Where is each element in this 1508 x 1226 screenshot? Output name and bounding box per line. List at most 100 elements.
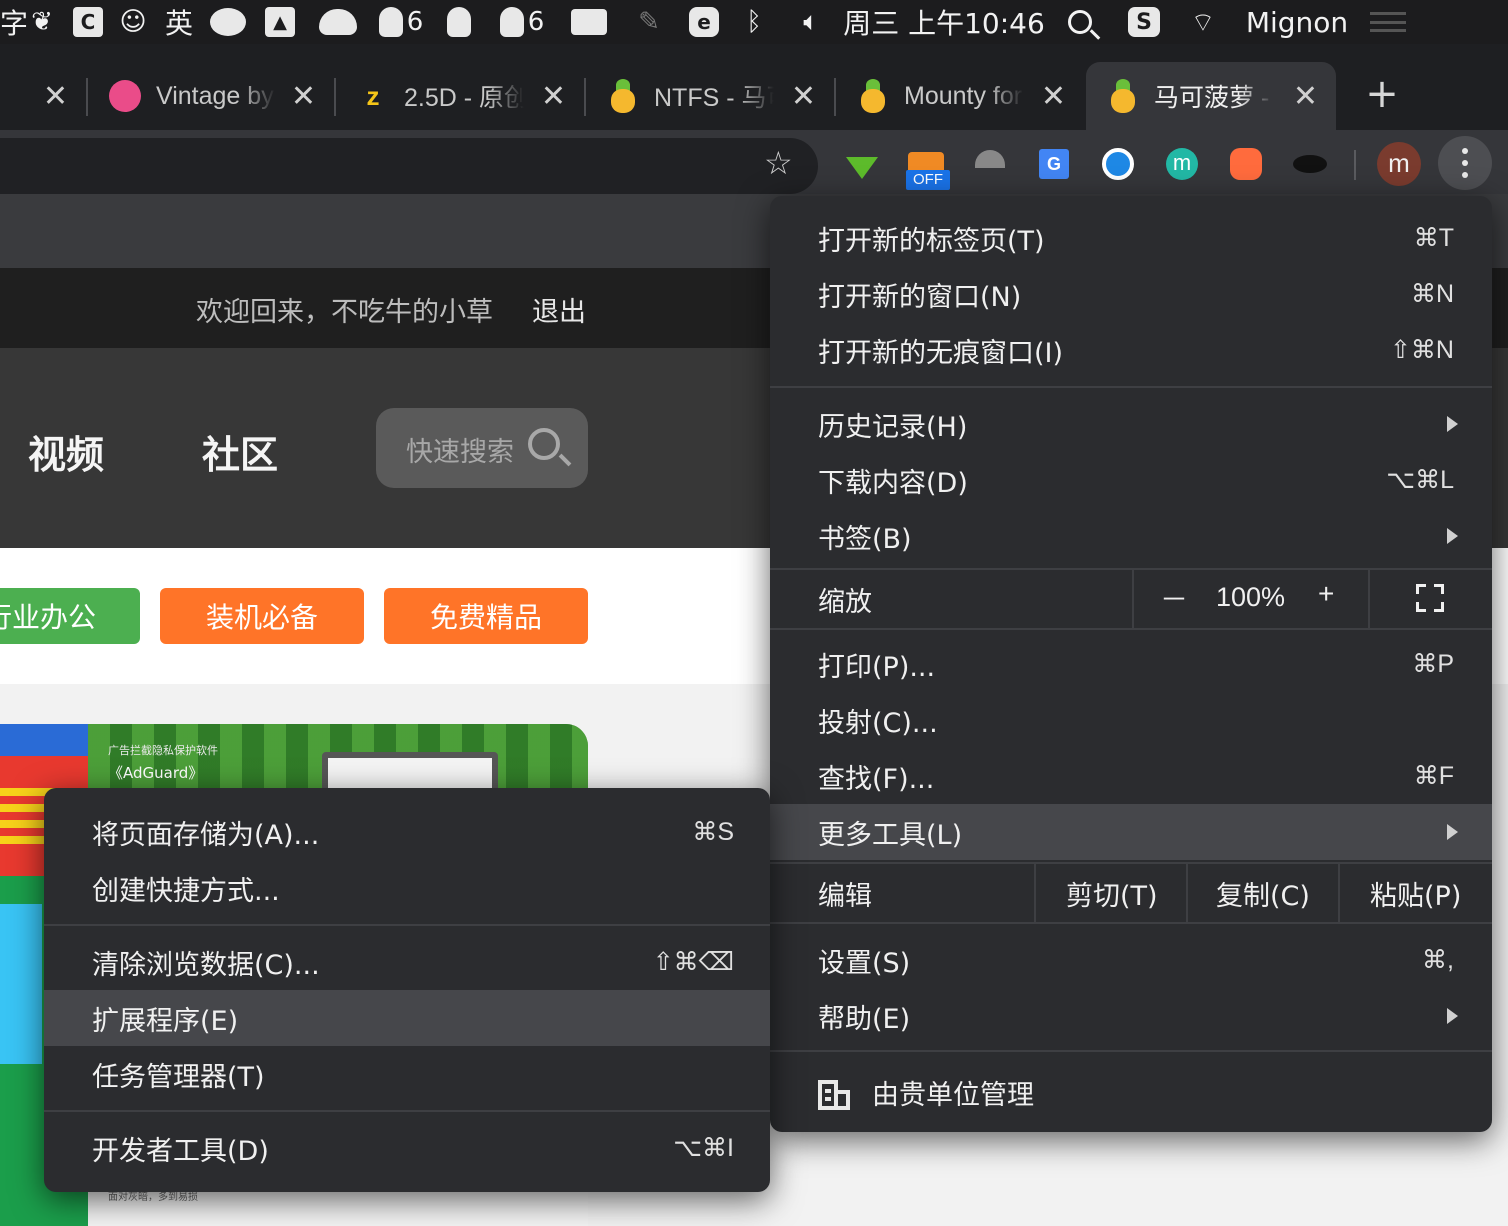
profile-avatar[interactable]: m [1377,142,1421,186]
tab-title: NTFS - 马可 [654,84,774,112]
submenu-create-shortcut[interactable]: 创建快捷方式... [44,860,770,916]
smiley-icon[interactable]: ☺ [110,0,156,44]
m-extension-icon[interactable]: m [1164,146,1200,182]
dribbble-icon [108,79,142,113]
off-extension-icon[interactable]: OFF [906,146,950,190]
qq-icon-1[interactable]: 6 [370,0,432,44]
qq-icon-2[interactable] [432,0,486,44]
close-icon[interactable]: ✕ [1041,79,1066,114]
chevron-right-icon [1447,824,1458,840]
menu-history[interactable]: 历史记录(H) [770,396,1492,452]
cut-button[interactable]: 剪切(T) [1066,874,1158,913]
orange-extension-icon[interactable] [1228,146,1264,182]
submenu-extensions[interactable]: 扩展程序(E) [44,990,770,1046]
qq-icon-3[interactable]: 6 [486,0,558,44]
cloud-icon[interactable] [306,0,370,44]
fullscreen-icon[interactable] [1416,584,1444,612]
submenu-task-manager[interactable]: 任务管理器(T) [44,1046,770,1102]
close-icon[interactable]: ✕ [43,79,68,114]
tag-office[interactable]: 行业办公 [0,588,140,644]
globe-extension-icon[interactable] [1100,146,1136,182]
tab-strip: y ✕ Vintage by ✕ z 2.5D - 原创 ✕ NTFS - 马可… [0,44,1508,130]
clock[interactable]: 周三 上午10:46 [843,0,1045,44]
bookmark-star-icon[interactable]: ☆ [764,144,793,182]
menu-downloads[interactable]: 下载内容(D) ⌥⌘L [770,452,1492,508]
zoom-label: 缩放 [818,587,872,618]
app-c-icon[interactable]: C [66,0,110,44]
tab-macpilot-active[interactable]: 马可菠萝 - ✕ [1086,62,1336,130]
parachute-extension-icon[interactable] [972,146,1008,182]
menu-zoom-row: 缩放 － 100% + [770,568,1492,628]
tag-free-picks[interactable]: 免费精品 [384,588,588,644]
menu-new-tab[interactable]: 打开新的标签页(T) ⌘T [770,210,1492,266]
notification-center-icon[interactable] [1360,0,1416,44]
kebab-dot [1462,160,1468,166]
tab-mounty[interactable]: Mounty for ✕ [836,62,1084,130]
address-bar[interactable] [0,138,818,194]
tab-title: 2.5D - 原创 [404,84,524,112]
display-icon[interactable] [558,0,620,44]
zoom-out-button[interactable]: － [1160,578,1188,618]
spotlight-search-icon[interactable] [1044,0,1116,44]
menu-settings[interactable]: 设置(S) ⌘, [770,932,1492,988]
wifi-icon[interactable]: ⌔ [1172,0,1234,44]
nav-community[interactable]: 社区 [202,424,278,479]
submenu-clear-browsing-data[interactable]: 清除浏览数据(C)... ⇧⌘⌫ [44,934,770,990]
menu-more-tools[interactable]: 更多工具(L) [770,804,1492,860]
chevron-right-icon [1447,528,1458,544]
chrome-main-menu: 打开新的标签页(T) ⌘T 打开新的窗口(N) ⌘N 打开新的无痕窗口(I) ⇧⌘N … [770,196,1492,1132]
menu-new-window[interactable]: 打开新的窗口(N) ⌘N [770,266,1492,322]
nav-video[interactable]: 视频 [28,424,104,479]
quick-search-box[interactable]: 快速搜索 [376,408,588,488]
menu-find[interactable]: 查找(F)... ⌘F [770,748,1492,804]
tab-ntfs[interactable]: NTFS - 马可 ✕ [586,62,834,130]
close-icon[interactable]: ✕ [791,79,816,114]
menu-separator [44,1110,770,1112]
menu-print[interactable]: 打印(P)... ⌘P [770,636,1492,692]
fish-extension-icon[interactable] [1292,146,1328,182]
qq-badge-1: 6 [406,7,424,37]
pen-icon[interactable]: ✎ [620,0,678,44]
menu-managed-by-org[interactable]: 由贵单位管理 [770,1064,1492,1120]
bluetooth-icon[interactable]: ᛒ [730,0,778,44]
ime-indicator[interactable]: 英 [156,0,202,44]
submenu-save-page[interactable]: 将页面存储为(A)... ⌘S [44,804,770,860]
card-subtitle: 广告拦截隐私保护软件 [108,744,218,757]
search-icon[interactable] [528,428,560,460]
menu-separator [770,628,1492,630]
wechat-icon[interactable] [202,0,254,44]
tab-25d[interactable]: z 2.5D - 原创 ✕ [336,62,584,130]
user-name[interactable]: Mignon [1234,0,1360,44]
new-tab-button[interactable]: + [1362,74,1402,114]
menu-help[interactable]: 帮助(E) [770,988,1492,1044]
evernote-icon[interactable]: e [678,0,730,44]
input-method-char[interactable]: 字 [0,0,28,44]
paste-button[interactable]: 粘贴(P) [1370,874,1461,913]
copy-button[interactable]: 复制(C) [1216,874,1310,913]
menu-bookmarks[interactable]: 书签(B) [770,508,1492,564]
pineapple-icon [1106,79,1140,113]
drive-icon[interactable]: ▲ [254,0,306,44]
pineapple-icon [606,79,640,113]
edit-label: 编辑 [818,881,872,912]
menu-cast[interactable]: 投射(C)... [770,692,1492,748]
download-arrow-extension-icon[interactable] [844,146,880,182]
leaf-icon[interactable]: ❦ [18,0,66,44]
submenu-developer-tools[interactable]: 开发者工具(D) ⌥⌘I [44,1120,770,1176]
google-translate-extension-icon[interactable]: G [1036,146,1072,182]
menu-incognito-window[interactable]: 打开新的无痕窗口(I) ⇧⌘N [770,322,1492,378]
tag-essentials[interactable]: 装机必备 [160,588,364,644]
tab-vintage[interactable]: Vintage by ✕ [88,62,334,130]
close-icon[interactable]: ✕ [541,79,566,114]
menu-separator [770,922,1492,924]
close-icon[interactable]: ✕ [291,79,316,114]
sogou-icon[interactable]: S [1116,0,1172,44]
menu-separator [770,1050,1492,1052]
logout-link[interactable]: 退出 [532,290,586,329]
chrome-menu-button[interactable] [1438,136,1492,190]
volume-icon[interactable]: 🔈︎ [778,0,844,44]
zoom-in-button[interactable]: + [1318,578,1334,610]
tab-0[interactable]: y ✕ [0,62,86,130]
close-icon[interactable]: ✕ [1293,79,1318,114]
pineapple-icon [856,79,890,113]
